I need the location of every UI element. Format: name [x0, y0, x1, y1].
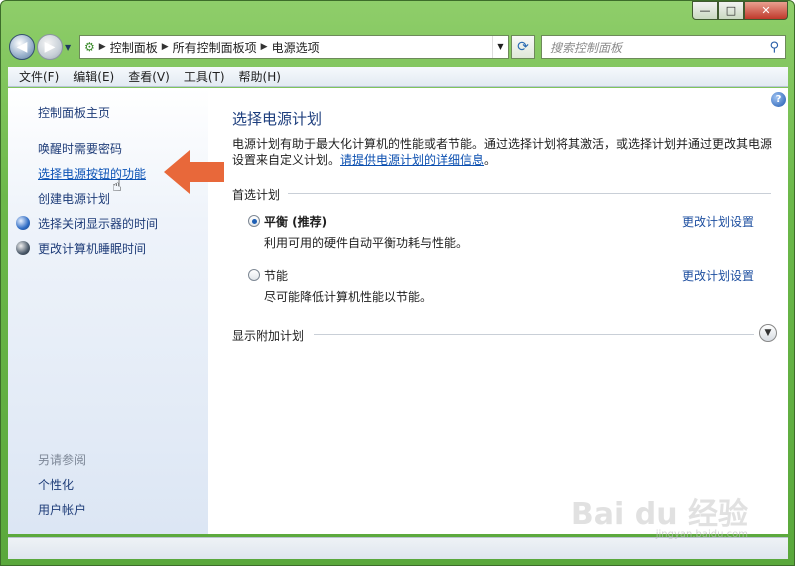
sidebar-item-power-button[interactable]: 选择电源按钮的功能 — [38, 165, 146, 182]
breadcrumb-separator-icon[interactable]: ▶ — [261, 42, 268, 52]
recent-pages-dropdown-icon[interactable]: ▼ — [65, 43, 75, 52]
watermark-url: jingyan.baidu.com — [655, 529, 748, 540]
page-title: 选择电源计划 — [232, 110, 323, 128]
plan-balanced-settings-link[interactable]: 更改计划设置 — [682, 213, 754, 230]
expand-chevron-icon[interactable]: ▼ — [759, 324, 777, 342]
sidebar-home-link[interactable]: 控制面板主页 — [38, 104, 110, 121]
plan-balanced-description: 利用可用的硬件自动平衡功耗与性能。 — [264, 236, 469, 250]
breadcrumb-all-items[interactable]: 所有控制面板项 — [173, 39, 257, 56]
additional-plans-heading[interactable]: 显示附加计划 — [232, 327, 304, 344]
plan-info-link[interactable]: 请提供电源计划的详细信息 — [340, 153, 484, 167]
watermark-logo: Bai du 经验 — [570, 497, 748, 532]
forward-button[interactable]: ▶ — [37, 34, 63, 60]
sidebar-item-display-off[interactable]: 选择关闭显示器的时间 — [38, 215, 158, 232]
see-also-heading: 另请参阅 — [38, 453, 87, 467]
search-input[interactable]: 搜索控制面板 ⚲ — [541, 35, 786, 59]
content-area: 控制面板主页 唤醒时需要密码 选择电源按钮的功能 创建电源计划 选择关闭显示器的… — [8, 88, 788, 534]
plan-power-saver-name[interactable]: 节能 — [264, 267, 288, 284]
status-bar — [8, 537, 788, 559]
maximize-button[interactable]: □ — [718, 1, 744, 20]
address-dropdown-icon[interactable]: ▼ — [492, 36, 508, 58]
description-end: 。 — [484, 153, 497, 167]
plan-power-saver-description: 尽可能降低计算机性能以节能。 — [264, 290, 433, 304]
breadcrumb-separator-icon[interactable]: ▶ — [99, 42, 106, 52]
preferred-plans-heading: 首选计划 — [232, 188, 281, 202]
plan-power-saver-radio[interactable] — [248, 269, 260, 281]
plan-balanced-radio[interactable] — [248, 215, 260, 227]
divider — [288, 193, 771, 194]
search-placeholder: 搜索控制面板 — [550, 40, 623, 55]
plan-balanced-name[interactable]: 平衡 (推荐) — [264, 213, 327, 230]
sidebar-item-personalization[interactable]: 个性化 — [38, 476, 74, 493]
description-text: 电源计划有助于最大化计算机的性能或者节能。通过选择计划将其激活，或选择计划并通过… — [232, 137, 773, 167]
page-description: 电源计划有助于最大化计算机的性能或者节能。通过选择计划将其激活，或选择计划并通过… — [232, 136, 777, 168]
sidebar-item-wake-password[interactable]: 唤醒时需要密码 — [38, 140, 122, 157]
sidebar-item-sleep-time[interactable]: 更改计算机睡眠时间 — [38, 240, 146, 257]
search-icon[interactable]: ⚲ — [769, 40, 779, 55]
menu-file[interactable]: 文件(F) — [12, 68, 66, 85]
menu-help[interactable]: 帮助(H) — [232, 68, 288, 85]
close-button[interactable]: ✕ — [744, 1, 788, 20]
menu-bar: 文件(F) 编辑(E) 查看(V) 工具(T) 帮助(H) — [8, 67, 788, 87]
back-button[interactable]: ◀ — [9, 34, 35, 60]
menu-edit[interactable]: 编辑(E) — [66, 68, 121, 85]
minimize-button[interactable]: — — [692, 1, 718, 20]
divider — [314, 334, 754, 335]
breadcrumb-control-panel[interactable]: 控制面板 — [110, 39, 158, 56]
sidebar-item-user-accounts[interactable]: 用户帐户 — [38, 501, 86, 518]
address-bar[interactable]: ⚙ ▶ 控制面板 ▶ 所有控制面板项 ▶ 电源选项 ▼ — [79, 35, 509, 59]
breadcrumb-power-options[interactable]: 电源选项 — [272, 39, 320, 56]
monitor-icon — [16, 216, 30, 230]
hand-cursor-icon: ☝ — [112, 176, 122, 195]
moon-icon — [16, 241, 30, 255]
main-panel: ? 选择电源计划 电源计划有助于最大化计算机的性能或者节能。通过选择计划将其激活… — [208, 88, 788, 534]
menu-view[interactable]: 查看(V) — [121, 68, 177, 85]
navigation-bar: ◀ ▶ ▼ ⚙ ▶ 控制面板 ▶ 所有控制面板项 ▶ 电源选项 ▼ ⟳ 搜索控制… — [9, 31, 786, 63]
window-frame: — □ ✕ ◀ ▶ ▼ ⚙ ▶ 控制面板 ▶ 所有控制面板项 ▶ 电源选项 ▼ … — [0, 0, 795, 566]
help-icon[interactable]: ? — [771, 92, 786, 107]
plan-power-saver-settings-link[interactable]: 更改计划设置 — [682, 267, 754, 284]
refresh-icon[interactable]: ⟳ — [511, 35, 535, 59]
menu-tools[interactable]: 工具(T) — [177, 68, 232, 85]
control-panel-icon: ⚙ — [84, 40, 95, 54]
sidebar-item-create-plan[interactable]: 创建电源计划 — [38, 190, 110, 207]
caption-buttons: — □ ✕ — [692, 1, 788, 21]
breadcrumb-separator-icon[interactable]: ▶ — [162, 42, 169, 52]
